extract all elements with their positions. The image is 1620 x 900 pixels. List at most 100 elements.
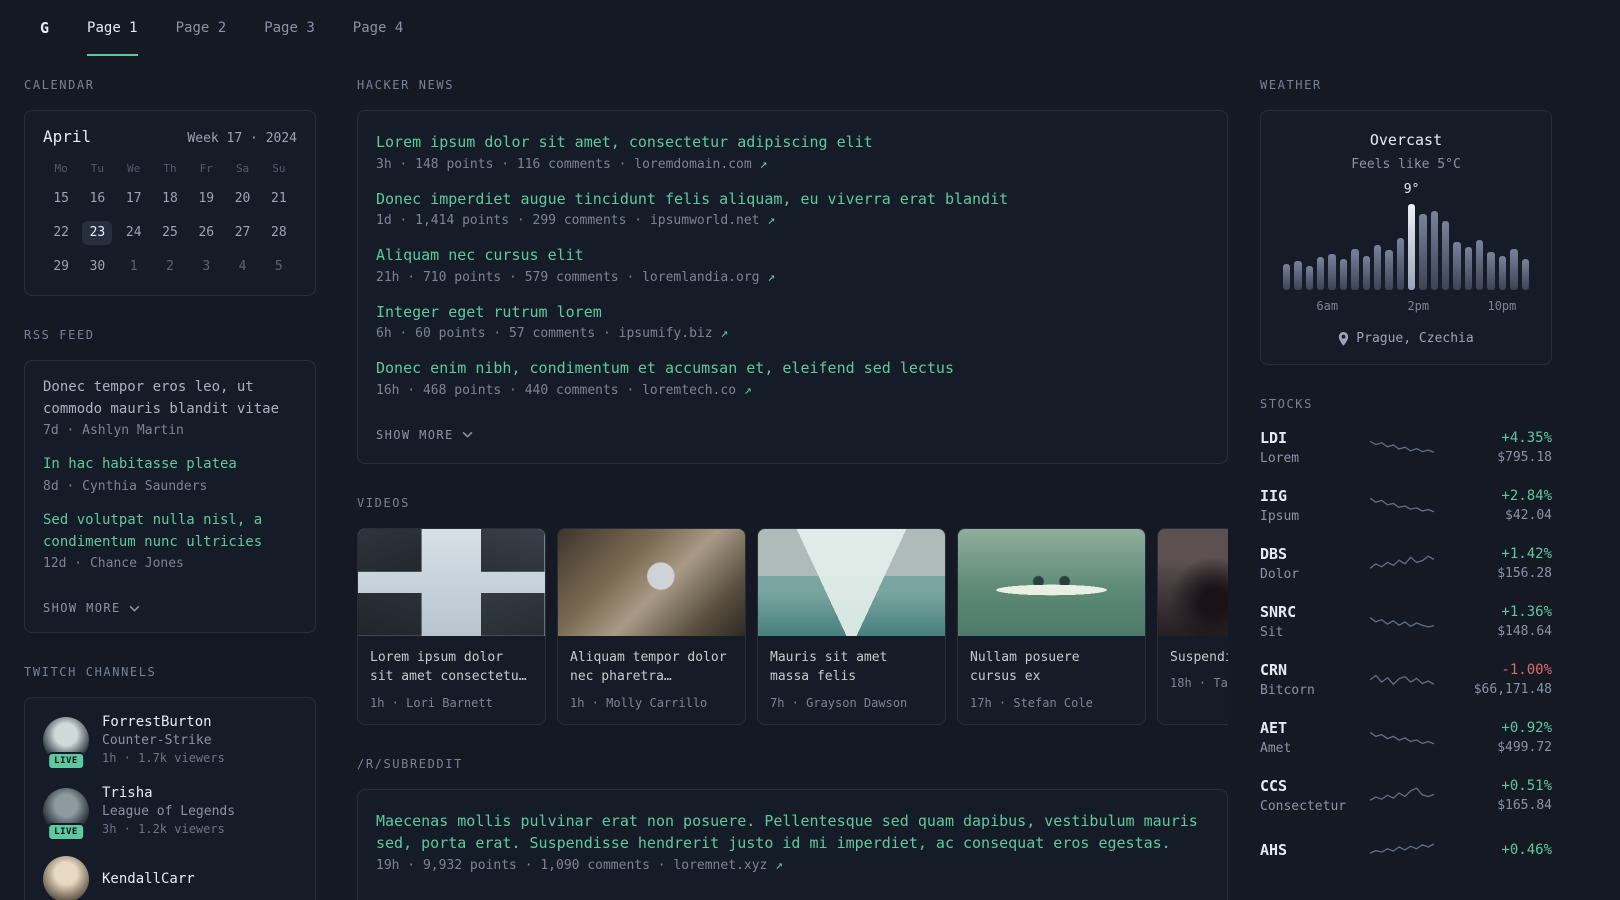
sea-wake-thumbnail: [758, 528, 945, 636]
twitch-card: LIVE ForrestBurton Counter-Strike 1h · 1.7k…: [24, 697, 316, 900]
video-card[interactable]: Suspendisse diam 18h · Tara: [1157, 527, 1228, 725]
video-card-body: Lorem ipsum dolor sit amet consectetu… 1h…: [358, 636, 545, 724]
rss-item-title[interactable]: Donec tempor eros leo, ut commodo mauris…: [43, 377, 297, 420]
twitch-widget: TWITCH CHANNELS LIVE ForrestBurton Counter…: [24, 665, 316, 900]
calendar-day: 1: [129, 259, 138, 274]
channel-name: Trisha: [102, 785, 153, 802]
stock-row[interactable]: LDI Lorem +4.35% $795.18: [1260, 429, 1552, 466]
chevron-down-icon: [129, 605, 140, 612]
calendar-day: 25: [162, 225, 178, 240]
post-title[interactable]: Maecenas mollis pulvinar erat non posuer…: [376, 810, 1209, 855]
calendar-day: 20: [234, 191, 251, 206]
stock-price: $66,171.48: [1473, 682, 1552, 697]
post-meta: 16h · 468 points · 440 comments · loremt…: [376, 383, 1209, 398]
rss-show-more-button[interactable]: SHOW MORE: [43, 601, 140, 615]
stock-row[interactable]: CCS Consectetur +0.51% $165.84: [1260, 777, 1552, 814]
rss-item: In hac habitasse platea 8d · Cynthia Saun…: [43, 454, 297, 494]
video-card[interactable]: Nullam posuere cursus ex 17h · Stefan Col…: [957, 527, 1146, 725]
weather-bar: [1442, 221, 1450, 290]
rss-item-title[interactable]: Sed volutpat nulla nisl, a condimentum n…: [43, 510, 297, 553]
video-card-body: Suspendisse diam 18h · Tara: [1158, 636, 1228, 705]
stock-symbol: AET: [1260, 719, 1288, 737]
post-source-link[interactable]: loremdomain.com: [634, 157, 751, 172]
calendar-day-header: Mo: [54, 162, 68, 175]
video-card[interactable]: Aliquam tempor dolor nec pharetra… 1h · M…: [557, 527, 746, 725]
rss-section-title: RSS FEED: [24, 328, 95, 342]
stock-sparkline: [1348, 607, 1456, 637]
post-title[interactable]: Lorem ipsum dolor sit amet, consectetur …: [376, 131, 1209, 154]
calendar-day-headers: Mo Tu We Th Fr Sa Su: [43, 162, 297, 175]
hackernews-show-more-label: SHOW MORE: [376, 427, 454, 442]
chevron-down-icon: [462, 431, 473, 438]
calendar-day: 24: [125, 225, 142, 240]
stock-row[interactable]: AHS +0.46%: [1260, 835, 1552, 865]
twitch-channel[interactable]: KendallCarr: [43, 856, 297, 900]
weather-bar: [1407, 204, 1416, 290]
rss-item: Donec tempor eros leo, ut commodo mauris…: [43, 377, 297, 438]
rss-item-title[interactable]: In hac habitasse platea: [43, 454, 297, 476]
stock-row[interactable]: CRN Bitcorn -1.00% $66,171.48: [1260, 661, 1552, 698]
twitch-channel[interactable]: LIVE ForrestBurton Counter-Strike 1h · 1.7k…: [43, 714, 297, 770]
stock-price: $499.72: [1497, 740, 1552, 755]
stock-name: Lorem: [1260, 451, 1300, 466]
weather-time-label: 6am: [1316, 299, 1339, 313]
stock-name: Amet: [1260, 741, 1292, 756]
post-source-link[interactable]: ipsumworld.net: [650, 213, 760, 228]
subreddit-list: Maecenas mollis pulvinar erat non posuer…: [376, 810, 1209, 873]
post-source-link[interactable]: loremlandia.org: [642, 270, 759, 285]
stock-symbol: IIG: [1260, 487, 1288, 505]
stock-name: Bitcorn: [1260, 683, 1315, 698]
twitch-channel[interactable]: LIVE Trisha League of Legends 3h · 1.2k vie…: [43, 785, 297, 841]
tab-page-3[interactable]: Page 3: [264, 0, 315, 56]
post-title[interactable]: Donec enim nibh, condimentum et accumsan…: [376, 357, 1209, 380]
calendar-day: 15: [53, 191, 69, 206]
stock-symbol: AHS: [1260, 841, 1288, 859]
stock-row[interactable]: SNRC Sit +1.36% $148.64: [1260, 603, 1552, 640]
calendar-widget: CALENDAR April Week 17 · 2024 Mo Tu We Th Fr…: [24, 78, 316, 296]
post-source-link[interactable]: ipsumify.biz: [619, 326, 713, 341]
post-meta: 1d · 1,414 points · 299 comments · ipsum…: [376, 213, 1209, 228]
video-card-body: Aliquam tempor dolor nec pharetra… 1h · M…: [558, 636, 745, 724]
post-item: Aliquam nec cursus elit 21h · 710 points …: [376, 244, 1209, 285]
video-card[interactable]: Lorem ipsum dolor sit amet consectetu… 1h…: [357, 527, 546, 725]
post-title[interactable]: Aliquam nec cursus elit: [376, 244, 1209, 267]
calendar-week-year: Week 17 · 2024: [187, 131, 297, 146]
stock-row[interactable]: IIG Ipsum +2.84% $42.04: [1260, 487, 1552, 524]
stock-values: +0.92% $499.72: [1456, 720, 1552, 755]
weather-condition: Overcast: [1369, 131, 1443, 149]
canoe-thumbnail: [958, 528, 1145, 636]
stock-info: SNRC Sit: [1260, 603, 1348, 640]
video-card-body: Mauris sit amet massa felis 7h · Grayson …: [758, 636, 945, 724]
stock-row[interactable]: DBS Dolor +1.42% $156.28: [1260, 545, 1552, 582]
post-source-link[interactable]: loremnet.xyz: [673, 858, 767, 873]
stock-values: +4.35% $795.18: [1456, 430, 1552, 465]
tab-page-4[interactable]: Page 4: [353, 0, 404, 56]
post-meta-text: 3h · 148 points · 116 comments ·: [376, 156, 635, 172]
calendar-day: 16: [89, 191, 106, 206]
left-column: CALENDAR April Week 17 · 2024 Mo Tu We Th Fr…: [24, 78, 316, 900]
twitch-channel-list: LIVE ForrestBurton Counter-Strike 1h · 1.7k…: [43, 714, 297, 900]
tab-page-2[interactable]: Page 2: [176, 0, 227, 56]
stock-row[interactable]: AET Amet +0.92% $499.72: [1260, 719, 1552, 756]
live-badge: LIVE: [47, 751, 85, 770]
stock-price: $795.18: [1497, 450, 1552, 465]
stock-symbol: CCS: [1260, 777, 1288, 795]
calendar-card: April Week 17 · 2024 Mo Tu We Th Fr Sa Su 15 16…: [24, 110, 316, 296]
calendar-day: 4: [238, 259, 247, 274]
external-link-icon: ↗: [759, 269, 776, 285]
calendar-days: 15 16 17 18 19 20 21 22 23 24 25 26 27 28 29 30 1 2 3 4 5: [43, 187, 297, 279]
post-meta-text: 19h · 9,932 points · 1,090 comments ·: [376, 857, 674, 873]
stock-symbol: SNRC: [1260, 603, 1297, 621]
video-card[interactable]: Mauris sit amet massa felis 7h · Grayson …: [757, 527, 946, 725]
post-title[interactable]: Donec imperdiet augue tincidunt felis al…: [376, 188, 1209, 211]
rss-show-more-label: SHOW MORE: [43, 601, 121, 616]
calendar-day: 30: [89, 259, 106, 274]
calendar-header: April Week 17 · 2024: [43, 127, 297, 146]
rss-item-meta: 8d · Cynthia Saunders: [43, 479, 208, 495]
post-source-link[interactable]: loremtech.co: [642, 383, 736, 398]
post-title[interactable]: Integer eget rutrum lorem: [376, 301, 1209, 324]
calendar-day: 5: [274, 259, 283, 274]
hackernews-show-more-button[interactable]: SHOW MORE: [376, 428, 473, 442]
tab-page-1[interactable]: Page 1: [87, 0, 138, 56]
calendar-day: 28: [271, 225, 287, 240]
